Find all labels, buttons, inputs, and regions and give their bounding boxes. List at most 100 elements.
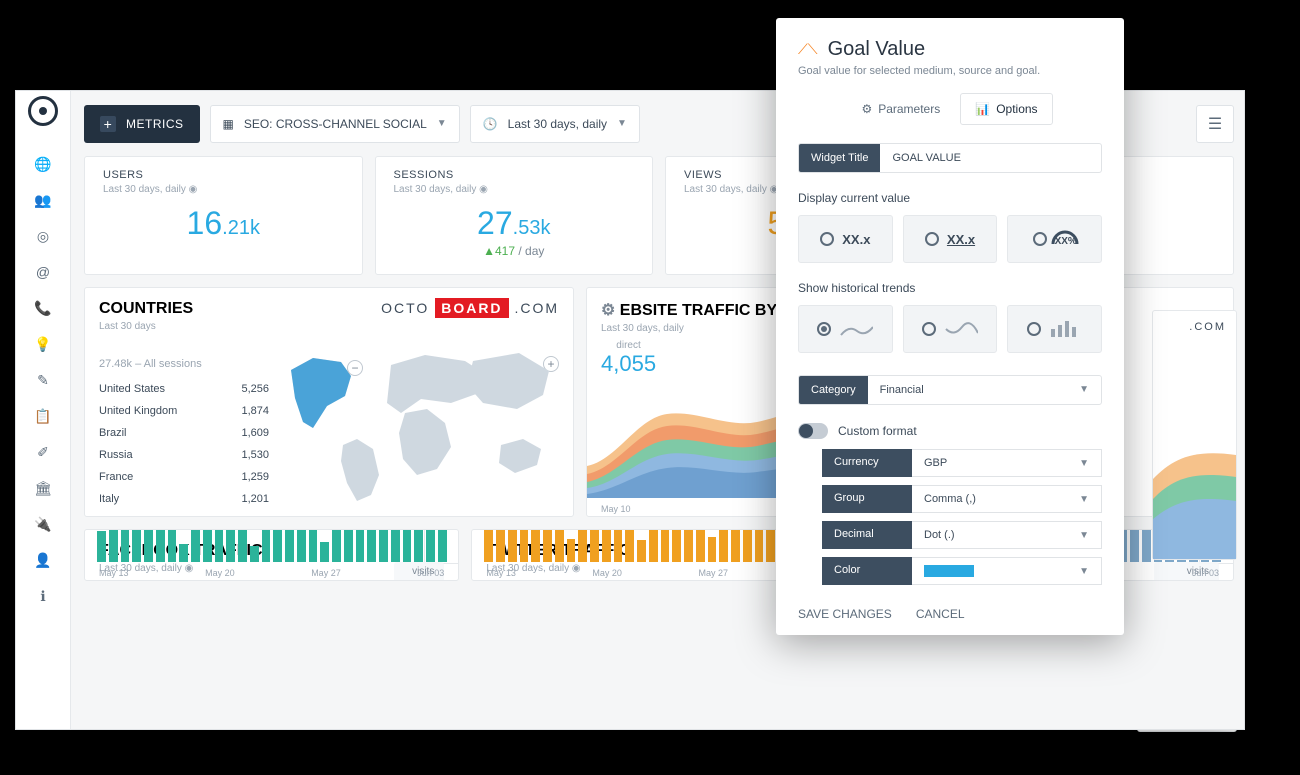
sidebar: 🌐 👥 ◎ @ 📞 💡 ✎ 📋 ✐ 🏛 🔌 👤 ℹ bbox=[16, 91, 71, 729]
chevron-down-icon: ▼ bbox=[1079, 458, 1089, 469]
social-widget: FACEBOOK TRAFFIC Last 30 days, daily ◉ f… bbox=[84, 529, 459, 581]
collapse-button[interactable]: − bbox=[347, 360, 363, 376]
trend-option-line[interactable] bbox=[903, 305, 998, 353]
plugin-icon[interactable]: 🔌 bbox=[33, 514, 53, 534]
switch[interactable] bbox=[798, 423, 828, 439]
format-row[interactable]: GroupComma (,)▼ bbox=[822, 485, 1102, 513]
bar-chart bbox=[97, 529, 446, 562]
grid-icon: ▦ bbox=[223, 117, 234, 131]
target-icon[interactable]: ◎ bbox=[33, 226, 53, 246]
country-row[interactable]: France1,259 bbox=[99, 466, 269, 488]
traffic-metric: direct4,055 bbox=[601, 340, 656, 377]
clipboard-icon[interactable]: 📋 bbox=[33, 406, 53, 426]
account-icon[interactable]: 👤 bbox=[33, 550, 53, 570]
bars-icon: 📊 bbox=[975, 102, 990, 116]
country-row[interactable]: Russia1,530 bbox=[99, 444, 269, 466]
tab-parameters[interactable]: ⚙Parameters bbox=[847, 93, 954, 125]
tab-options[interactable]: 📊Options bbox=[960, 93, 1052, 125]
kpi-title: SESSIONS bbox=[394, 169, 635, 181]
display-value-options: XX.x XX.x XX% bbox=[798, 215, 1102, 263]
modal-title: ⟋⟍ Goal Value bbox=[798, 38, 1102, 61]
field-value: ▼ bbox=[912, 557, 1102, 585]
bank-icon[interactable]: 🏛 bbox=[33, 478, 53, 498]
date-label: Last 30 days, daily bbox=[508, 117, 607, 131]
country-row[interactable]: United States5,256 bbox=[99, 378, 269, 400]
kpi-title: USERS bbox=[103, 169, 344, 181]
trend-option-area[interactable] bbox=[798, 305, 893, 353]
custom-format-toggle[interactable]: Custom format bbox=[798, 423, 1102, 439]
kpi-value: 16.21k bbox=[103, 205, 344, 242]
info-icon[interactable]: ℹ bbox=[33, 586, 53, 606]
users-icon[interactable]: 👥 bbox=[33, 190, 53, 210]
channel-label: SEO: CROSS-CHANNEL SOCIAL bbox=[244, 117, 427, 131]
widget-settings-modal: ⟋⟍ Goal Value Goal value for selected me… bbox=[776, 18, 1124, 635]
chevron-down-icon: ▼ bbox=[437, 118, 447, 129]
display-value-label: Display current value bbox=[798, 191, 1102, 205]
chevron-down-icon: ▼ bbox=[617, 118, 627, 129]
format-row[interactable]: Color ▼ bbox=[822, 557, 1102, 585]
field-label: Decimal bbox=[822, 521, 912, 549]
field-label: Currency bbox=[822, 449, 912, 477]
field-value: Financial▼ bbox=[868, 376, 1101, 404]
cancel-button[interactable]: CANCEL bbox=[916, 607, 965, 621]
field-label: Category bbox=[799, 376, 868, 404]
format-row[interactable]: CurrencyGBP▼ bbox=[822, 449, 1102, 477]
bulb-icon[interactable]: 💡 bbox=[33, 334, 53, 354]
kpi-delta: ▲417 / day bbox=[394, 244, 635, 258]
country-row[interactable]: United Kingdom1,874 bbox=[99, 400, 269, 422]
category-select[interactable]: Category Financial▼ bbox=[798, 375, 1102, 405]
metrics-label: METRICS bbox=[126, 117, 184, 131]
app-logo bbox=[28, 96, 58, 126]
channel-selector[interactable]: ▦ SEO: CROSS-CHANNEL SOCIAL ▼ bbox=[210, 105, 460, 143]
format-rows: CurrencyGBP▼ GroupComma (,)▼ DecimalDot (.… bbox=[822, 449, 1102, 585]
modal-desc: Goal value for selected medium, source a… bbox=[798, 65, 1102, 77]
field-value: Dot (.)▼ bbox=[912, 521, 1102, 549]
field-label: Color bbox=[822, 557, 912, 585]
modal-actions: SAVE CHANGES CANCEL bbox=[798, 607, 1102, 621]
trends-label: Show historical trends bbox=[798, 281, 1102, 295]
edit-icon[interactable]: ✐ bbox=[33, 442, 53, 462]
widget-subtitle: Last 30 days bbox=[99, 321, 559, 332]
hamburger-menu[interactable]: ☰ bbox=[1196, 105, 1234, 143]
display-option-plain[interactable]: XX.x bbox=[798, 215, 893, 263]
kpi-card[interactable]: SESSIONS Last 30 days, daily ◉ 27.53k ▲4… bbox=[375, 156, 654, 275]
gear-icon: ⚙ bbox=[861, 102, 872, 116]
phone-icon[interactable]: 📞 bbox=[33, 298, 53, 318]
world-map bbox=[273, 335, 563, 510]
field-value: GOAL VALUE bbox=[880, 144, 1101, 172]
x-axis: May 13May 20May 27Jun 03 bbox=[99, 568, 444, 578]
chevron-down-icon: ▼ bbox=[1079, 566, 1089, 577]
chevron-down-icon: ▼ bbox=[1079, 530, 1089, 541]
kpi-card[interactable]: USERS Last 30 days, daily ◉ 16.21k bbox=[84, 156, 363, 275]
date-selector[interactable]: 🕓 Last 30 days, daily ▼ bbox=[470, 105, 640, 143]
country-row[interactable]: Italy1,201 bbox=[99, 488, 269, 510]
brand-watermark: OCTO BOARD .COM bbox=[381, 300, 559, 316]
all-sessions-label: 27.48k – All sessions bbox=[99, 358, 202, 370]
trend-option-bars[interactable] bbox=[1007, 305, 1102, 353]
gear-icon[interactable]: ⚙ bbox=[601, 302, 615, 319]
display-option-gauge[interactable]: XX% bbox=[1007, 215, 1102, 263]
chevron-down-icon: ▼ bbox=[1079, 494, 1089, 505]
widget-title-field[interactable]: Widget Title GOAL VALUE bbox=[798, 143, 1102, 173]
add-metrics-button[interactable]: + METRICS bbox=[84, 105, 200, 143]
field-label: Widget Title bbox=[799, 144, 880, 172]
trends-options bbox=[798, 305, 1102, 353]
kpi-subtitle: Last 30 days, daily ◉ bbox=[103, 184, 344, 195]
spark-icon: ⟋⟍ bbox=[798, 41, 818, 58]
format-row[interactable]: DecimalDot (.)▼ bbox=[822, 521, 1102, 549]
country-row[interactable]: Brazil1,609 bbox=[99, 422, 269, 444]
countries-widget: COUNTRIES Last 30 days OCTO BOARD .COM 2… bbox=[84, 287, 574, 517]
pencil-icon[interactable]: ✎ bbox=[33, 370, 53, 390]
color-swatch bbox=[924, 565, 974, 577]
toggle-label: Custom format bbox=[838, 424, 917, 438]
clock-icon: 🕓 bbox=[483, 117, 498, 131]
kpi-value: 27.53k bbox=[394, 205, 635, 242]
field-value: GBP▼ bbox=[912, 449, 1102, 477]
globe-icon[interactable]: 🌐 bbox=[33, 154, 53, 174]
background-card: .COM bbox=[1152, 310, 1237, 560]
display-option-underlined[interactable]: XX.x bbox=[903, 215, 998, 263]
field-value: Comma (,)▼ bbox=[912, 485, 1102, 513]
save-button[interactable]: SAVE CHANGES bbox=[798, 607, 892, 621]
chevron-down-icon: ▼ bbox=[1079, 384, 1089, 396]
at-icon[interactable]: @ bbox=[33, 262, 53, 282]
